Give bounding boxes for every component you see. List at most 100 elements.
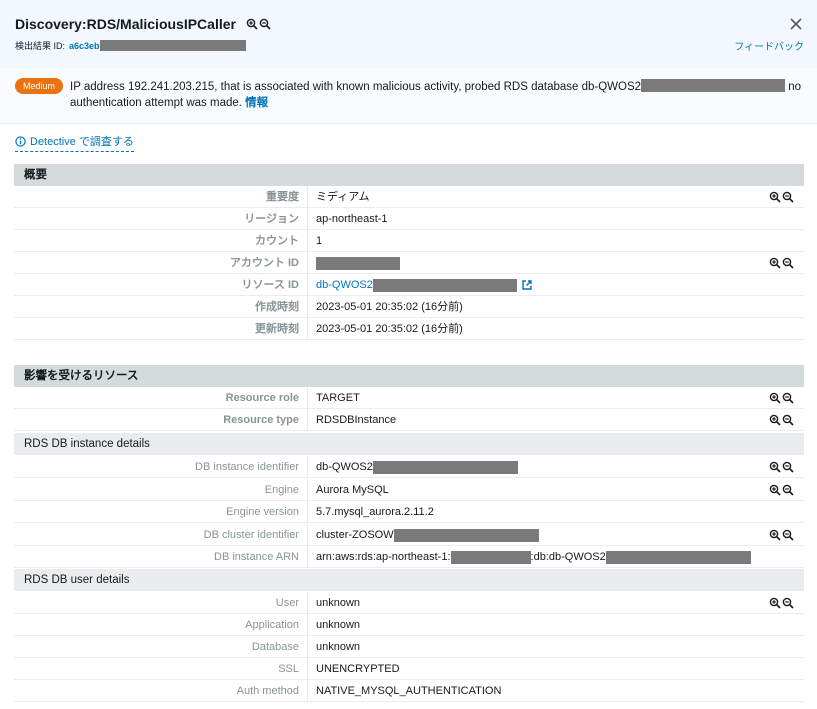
zoom-out-icon[interactable] <box>782 529 794 541</box>
row-value: 2023-05-01 20:35:02 (16分前) <box>316 323 463 335</box>
row-value: db-QWOS2 <box>316 456 518 478</box>
info-icon <box>15 135 26 147</box>
overview-row-region: リージョン ap-northeast-1 <box>14 208 804 230</box>
detective-link[interactable]: Detective で調査する <box>15 133 134 152</box>
zoom-in-icon[interactable] <box>769 414 781 426</box>
finding-id: 検出結果 ID: a6c3eb <box>15 39 246 52</box>
overview-row-updated: 更新時刻 2023-05-01 20:35:02 (16分前) <box>14 318 804 340</box>
description-text-a: IP address 192.241.203.215, that is asso… <box>70 81 642 93</box>
zoom-in-icon[interactable] <box>769 597 781 609</box>
external-link-icon[interactable] <box>521 279 533 291</box>
row-label: 作成時刻 <box>255 301 299 313</box>
row-value: RDSDBInstance <box>316 414 397 426</box>
zoom-out-icon[interactable] <box>782 392 794 404</box>
row-value: ap-northeast-1 <box>316 213 388 225</box>
instance-row-engine-version: Engine version 5.7.mysql_aurora.2.11.2 <box>14 501 804 523</box>
row-label: リソース ID <box>241 279 299 291</box>
row-label: Application <box>245 619 299 631</box>
overview-row-count: カウント 1 <box>14 230 804 252</box>
row-value: Aurora MySQL <box>316 484 389 496</box>
redacted-block <box>450 550 531 564</box>
redacted-block <box>316 256 400 270</box>
row-value: NATIVE_MYSQL_AUTHENTICATION <box>316 685 502 697</box>
row-label: 重要度 <box>266 191 299 203</box>
overview-heading: 概要 <box>14 164 804 186</box>
info-link[interactable]: 情報 <box>245 97 268 109</box>
close-icon[interactable] <box>789 17 803 31</box>
filter-icons <box>769 392 794 404</box>
user-row-ssl: SSL UNENCRYPTED <box>14 658 804 680</box>
filter-icons <box>769 461 794 473</box>
row-value: 5.7.mysql_aurora.2.11.2 <box>316 506 434 518</box>
row-value-text: db-QWOS2 <box>316 461 373 473</box>
title-filter-icons <box>246 18 271 30</box>
row-value: 2023-05-01 20:35:02 (16分前) <box>316 301 463 313</box>
zoom-out-icon[interactable] <box>782 597 794 609</box>
row-value: 1 <box>316 235 323 247</box>
detective-link-label: Detective で調査する <box>30 136 134 148</box>
redacted-block <box>605 550 751 564</box>
overview-row-severity: 重要度 ミディアム <box>14 186 804 208</box>
row-value: ミディアム <box>316 191 370 203</box>
finding-id-label: 検出結果 ID: <box>15 41 66 51</box>
row-value: unknown <box>316 597 361 609</box>
row-label: Resource role <box>225 392 299 404</box>
row-label: Engine <box>264 484 299 496</box>
zoom-in-icon[interactable] <box>769 257 781 269</box>
affected-row-resource-role: Resource role TARGET <box>14 387 804 409</box>
resource-id-link[interactable]: db-QWOS2 <box>316 274 533 296</box>
zoom-in-icon[interactable] <box>769 529 781 541</box>
row-label: User <box>275 597 299 609</box>
finding-header <box>0 0 817 68</box>
zoom-in-icon[interactable] <box>769 392 781 404</box>
arn-text-a: arn:aws:rds:ap-northeast-1: <box>316 551 451 563</box>
zoom-out-icon[interactable] <box>259 18 271 30</box>
finding-title: Discovery:RDS/MaliciousIPCaller <box>15 16 236 32</box>
row-label: アカウント ID <box>229 257 299 269</box>
redacted-block <box>99 40 246 51</box>
zoom-in-icon[interactable] <box>769 191 781 203</box>
redacted-block <box>641 79 786 92</box>
finding-id-value[interactable]: a6c3eb <box>69 41 100 51</box>
row-label: Database <box>251 641 299 653</box>
instance-row-arn: DB instance ARN arn:aws:rds:ap-northeast… <box>14 546 804 568</box>
row-label: SSL <box>278 663 299 675</box>
user-row-user: User unknown <box>14 592 804 614</box>
zoom-out-icon[interactable] <box>782 257 794 269</box>
filter-icons <box>769 257 794 269</box>
row-value: TARGET <box>316 392 360 404</box>
redacted-block <box>372 278 517 292</box>
zoom-in-icon[interactable] <box>769 484 781 496</box>
row-value: arn:aws:rds:ap-northeast-1: :db:db-QWOS2 <box>316 546 751 568</box>
user-row-auth-method: Auth method NATIVE_MYSQL_AUTHENTICATION <box>14 680 804 702</box>
overview-row-created: 作成時刻 2023-05-01 20:35:02 (16分前) <box>14 296 804 318</box>
row-label: Auth method <box>236 685 299 697</box>
instance-row-engine: Engine Aurora MySQL <box>14 479 804 501</box>
feedback-link[interactable]: フィードバック <box>734 38 804 53</box>
overview-row-resource-id: リソース ID db-QWOS2 <box>14 274 804 296</box>
row-label: カウント <box>255 235 299 247</box>
zoom-out-icon[interactable] <box>782 191 794 203</box>
row-label: リージョン <box>244 213 299 225</box>
filter-icons <box>769 597 794 609</box>
overview-row-account-id: アカウント ID <box>14 252 804 274</box>
zoom-out-icon[interactable] <box>782 414 794 426</box>
row-value: unknown <box>316 641 361 653</box>
zoom-out-icon[interactable] <box>782 484 794 496</box>
row-label: DB instance identifier <box>195 461 299 473</box>
row-label: DB cluster identifier <box>203 529 299 541</box>
row-value: cluster-ZOSOW <box>316 524 539 546</box>
row-label: 更新時刻 <box>255 323 299 335</box>
zoom-in-icon[interactable] <box>769 461 781 473</box>
filter-icons <box>769 191 794 203</box>
row-label: Resource type <box>223 414 299 426</box>
affected-row-resource-type: Resource type RDSDBInstance <box>14 409 804 431</box>
zoom-in-icon[interactable] <box>246 18 258 30</box>
user-row-database: Database unknown <box>14 636 804 658</box>
zoom-out-icon[interactable] <box>782 461 794 473</box>
rds-instance-details-heading: RDS DB instance details <box>14 433 804 455</box>
redacted-block <box>372 460 518 474</box>
row-label: Engine version <box>226 506 299 518</box>
user-row-application: Application unknown <box>14 614 804 636</box>
row-value <box>316 252 400 274</box>
